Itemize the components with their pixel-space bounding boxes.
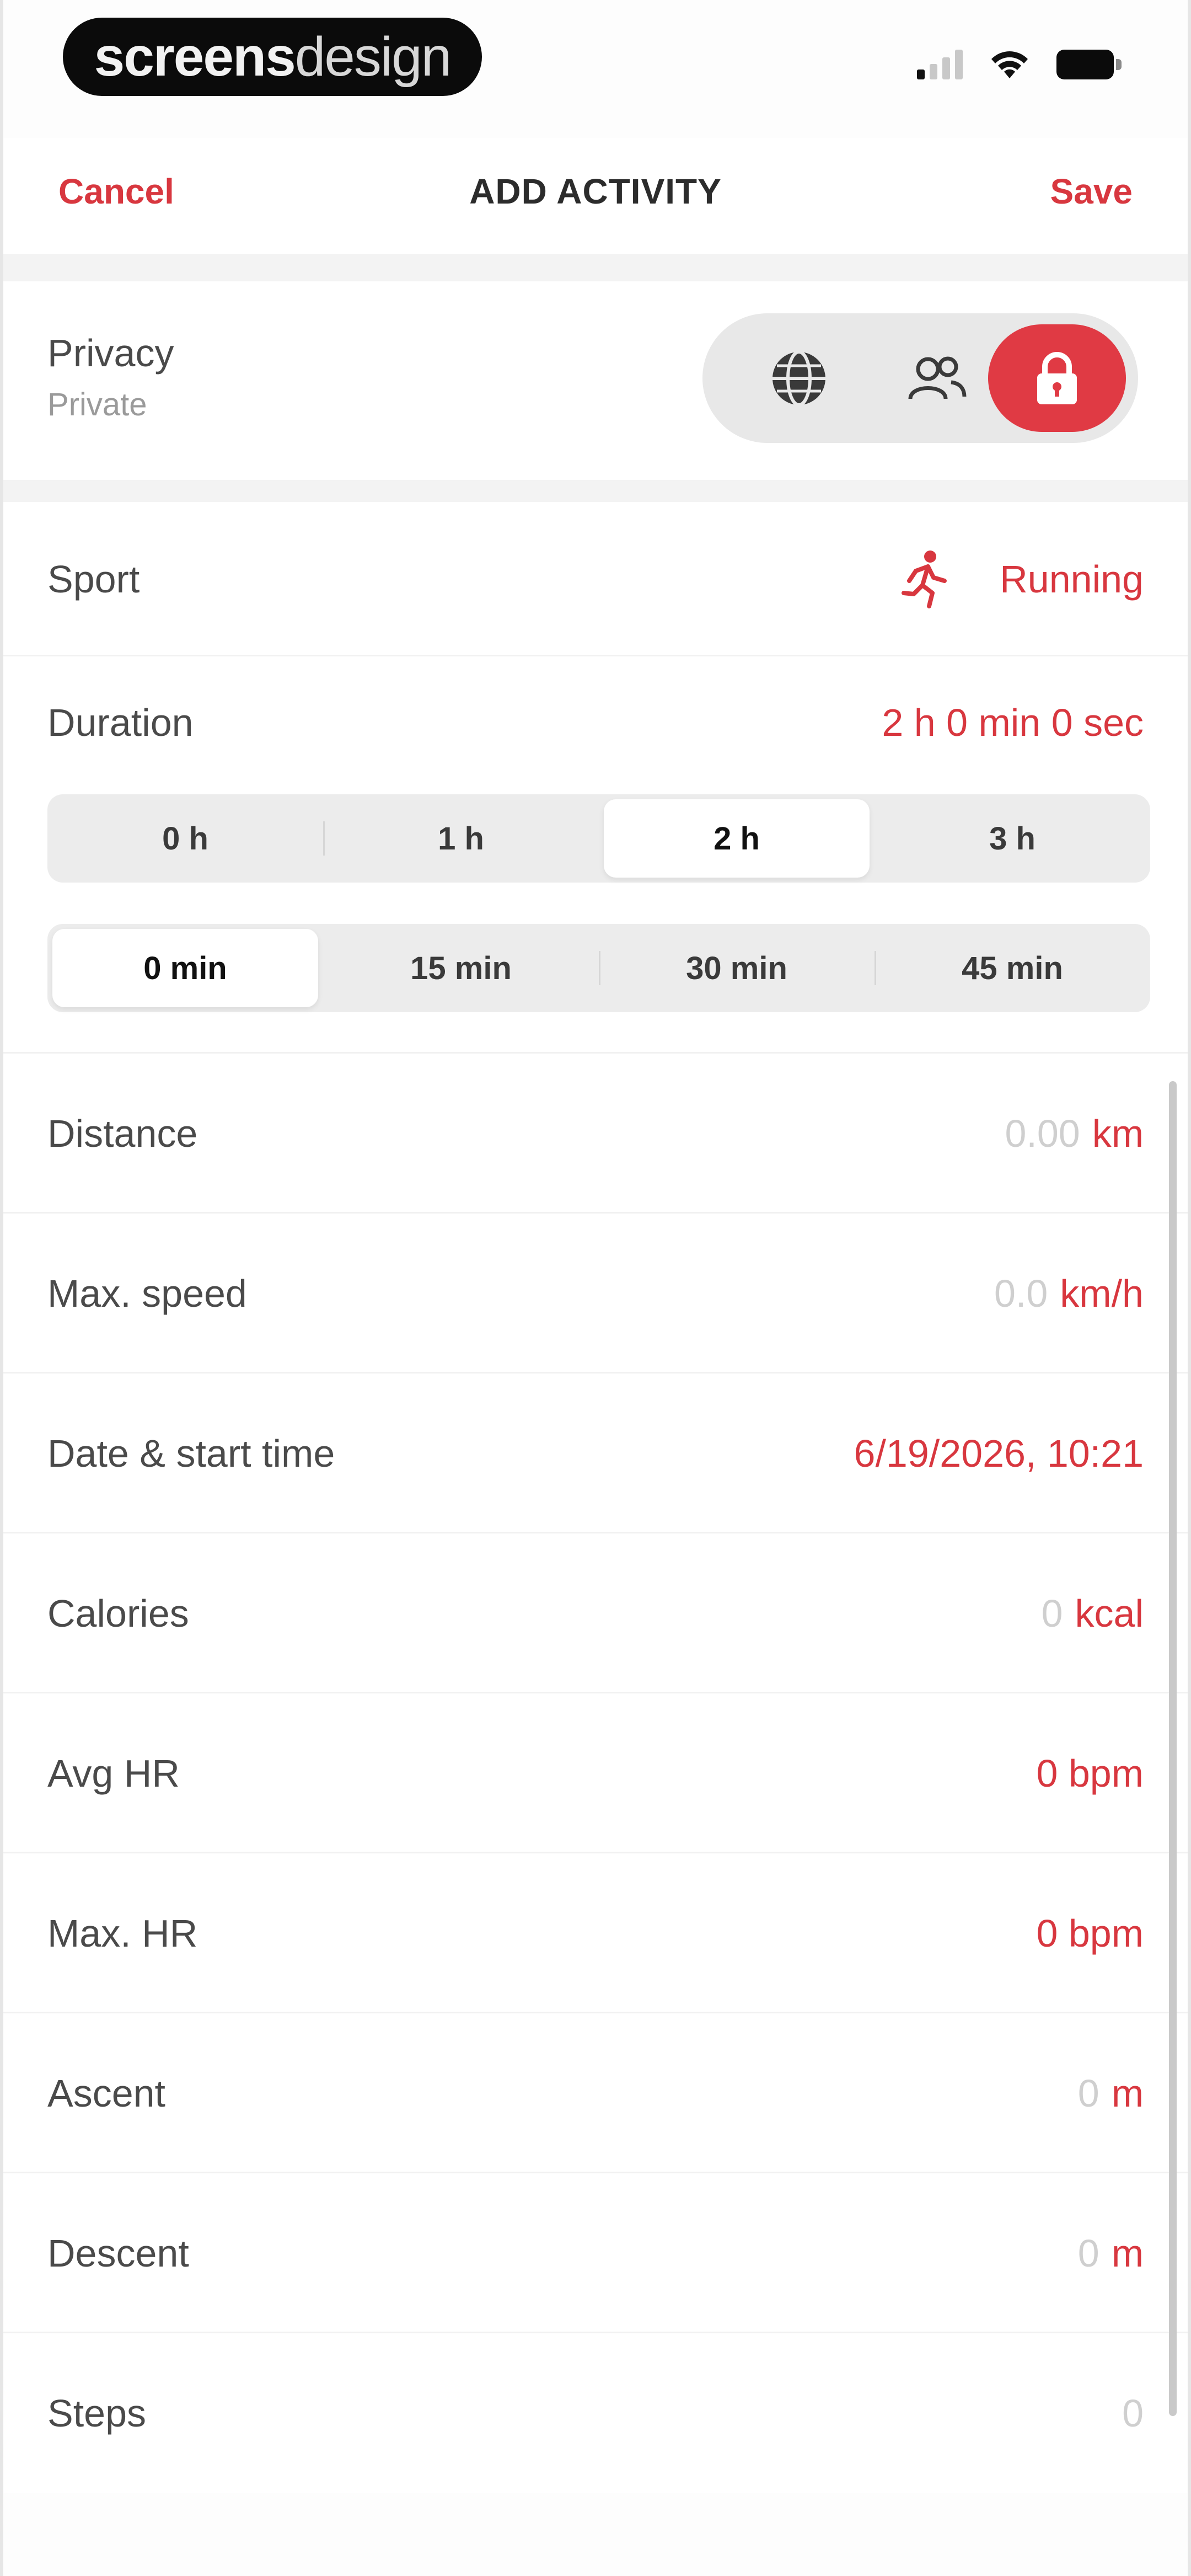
privacy-toggle <box>702 313 1138 443</box>
date-start-time-row[interactable]: Date & start time 6/19/2026, 10:21 <box>3 1373 1188 1533</box>
ascent-label: Ascent <box>47 2072 165 2115</box>
max-speed-label: Max. speed <box>47 1272 247 1315</box>
status-icons <box>917 49 1122 79</box>
scrollbar[interactable] <box>1169 1081 1177 2416</box>
ascent-row[interactable]: Ascent 0 m <box>3 2013 1188 2173</box>
ascent-value: 0 <box>1077 2072 1099 2115</box>
privacy-private-option[interactable] <box>988 324 1126 432</box>
distance-unit: km <box>1092 1112 1144 1155</box>
distance-value: 0.00 <box>1005 1112 1080 1155</box>
brand-bold-text: screens <box>94 25 296 88</box>
calories-value: 0 <box>1041 1592 1063 1635</box>
distance-row[interactable]: Distance 0.00 km <box>3 1054 1188 1214</box>
ascent-value-group[interactable]: 0 m <box>1078 2071 1144 2115</box>
max-speed-row[interactable]: Max. speed 0.0 km/h <box>3 1214 1188 1373</box>
running-icon <box>902 551 947 608</box>
privacy-label: Privacy <box>47 332 174 375</box>
battery-icon <box>1056 50 1122 79</box>
section-divider <box>3 480 1188 502</box>
calories-label: Calories <box>47 1592 189 1635</box>
descent-label: Descent <box>47 2232 189 2275</box>
status-bar: screens design <box>3 0 1188 110</box>
minutes-option-0[interactable]: 0 min <box>52 929 318 1007</box>
duration-row: Duration 2 h 0 min 0 sec 0 h 1 h 2 h 3 h… <box>3 656 1188 1054</box>
privacy-public-option[interactable] <box>730 313 868 443</box>
brand-light-text: design <box>294 25 452 88</box>
steps-value-group[interactable]: 0 <box>1122 2391 1144 2435</box>
brand-watermark: screens design <box>63 18 482 96</box>
steps-value: 0 <box>1122 2392 1144 2435</box>
hours-option-3[interactable]: 3 h <box>879 799 1145 878</box>
avg-hr-row[interactable]: Avg HR 0 bpm <box>3 1693 1188 1853</box>
minutes-option-3[interactable]: 45 min <box>875 929 1145 1007</box>
minutes-option-2[interactable]: 30 min <box>599 929 870 1007</box>
descent-value-group[interactable]: 0 m <box>1078 2231 1144 2275</box>
hours-option-2[interactable]: 2 h <box>604 799 870 878</box>
descent-unit: m <box>1111 2232 1144 2275</box>
globe-icon <box>772 350 825 407</box>
avg-hr-value[interactable]: 0 bpm <box>1036 1751 1144 1795</box>
followers-icon <box>908 356 967 399</box>
nav-bar: Cancel ADD ACTIVITY Save <box>3 138 1188 254</box>
wifi-icon <box>991 51 1028 78</box>
duration-value: 2 h 0 min 0 sec <box>882 701 1144 744</box>
descent-value: 0 <box>1077 2232 1099 2275</box>
calories-unit: kcal <box>1075 1592 1144 1635</box>
steps-row[interactable]: Steps 0 <box>3 2333 1188 2493</box>
max-hr-value[interactable]: 0 bpm <box>1036 1911 1144 1955</box>
sport-value: Running <box>1000 558 1144 601</box>
cellular-signal-icon <box>917 49 963 79</box>
save-button[interactable]: Save <box>1050 171 1133 212</box>
max-speed-unit: km/h <box>1060 1272 1144 1315</box>
hours-segmented-control: 0 h 1 h 2 h 3 h <box>47 794 1150 883</box>
descent-row[interactable]: Descent 0 m <box>3 2173 1188 2333</box>
minutes-segmented-control: 0 min 15 min 30 min 45 min <box>47 924 1150 1012</box>
duration-label: Duration <box>47 701 194 744</box>
hours-option-1[interactable]: 1 h <box>323 799 594 878</box>
section-divider <box>3 254 1188 281</box>
page-title: ADD ACTIVITY <box>469 172 722 211</box>
max-hr-row[interactable]: Max. HR 0 bpm <box>3 1853 1188 2013</box>
sport-row[interactable]: Sport Running <box>3 502 1188 656</box>
hours-option-0[interactable]: 0 h <box>52 799 318 878</box>
lock-icon <box>1037 351 1077 404</box>
max-speed-value-group[interactable]: 0.0 km/h <box>994 1271 1144 1316</box>
distance-value-group[interactable]: 0.00 km <box>1005 1111 1144 1156</box>
privacy-value: Private <box>47 387 147 423</box>
date-start-time-value[interactable]: 6/19/2026, 10:21 <box>854 1431 1144 1476</box>
minutes-option-1[interactable]: 15 min <box>328 929 594 1007</box>
ascent-unit: m <box>1111 2072 1144 2115</box>
max-speed-value: 0.0 <box>994 1272 1048 1315</box>
date-start-time-label: Date & start time <box>47 1432 335 1475</box>
sport-value-group: Running <box>894 549 1144 610</box>
privacy-followers-option[interactable] <box>868 313 1006 443</box>
sport-label: Sport <box>47 558 140 601</box>
steps-label: Steps <box>47 2392 146 2435</box>
max-hr-label: Max. HR <box>47 1912 198 1955</box>
calories-value-group[interactable]: 0 kcal <box>1042 1591 1144 1636</box>
distance-label: Distance <box>47 1112 198 1155</box>
privacy-row: Privacy Private <box>3 281 1188 480</box>
add-activity-screen: screensdesign Cancel ADD ACTIVITY Save <box>0 0 1191 2576</box>
avg-hr-label: Avg HR <box>47 1752 180 1795</box>
calories-row[interactable]: Calories 0 kcal <box>3 1533 1188 1693</box>
